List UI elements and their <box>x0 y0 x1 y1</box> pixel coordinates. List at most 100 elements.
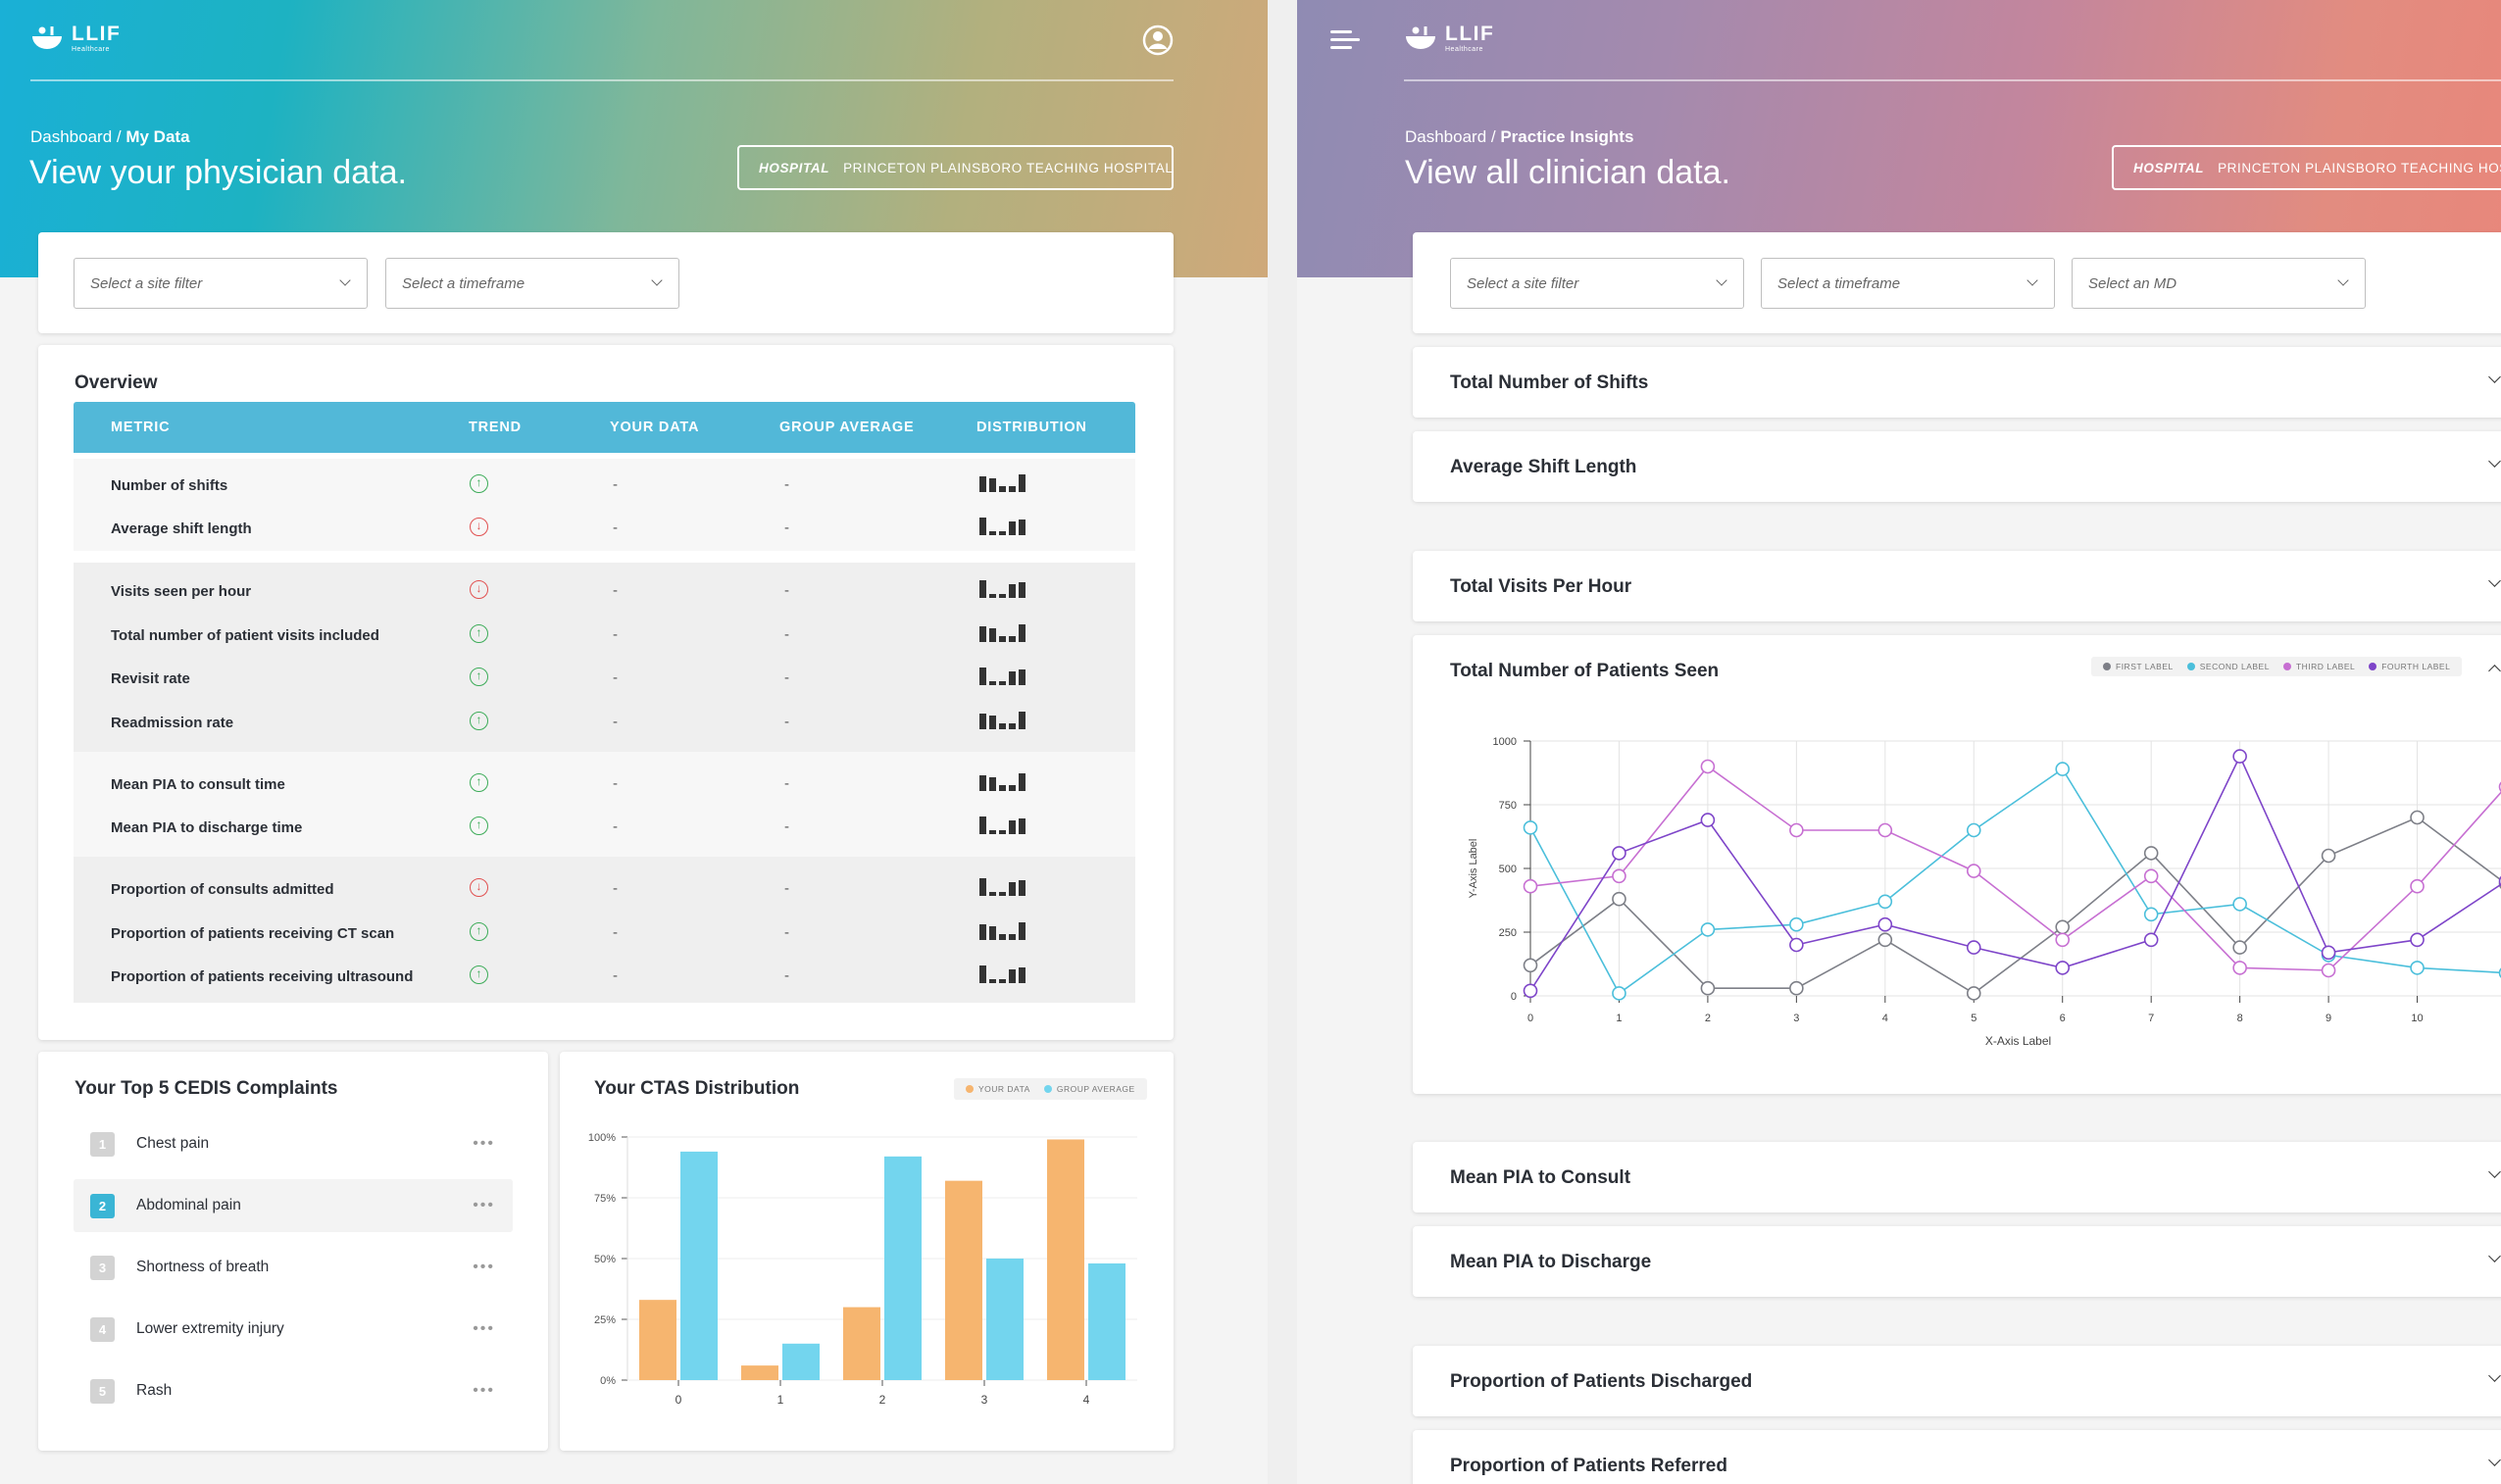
list-item[interactable]: 2 Abdominal pain ••• <box>74 1179 513 1232</box>
table-row[interactable]: Total number of patient visits included ↑… <box>74 617 1135 656</box>
brand-logo[interactable]: LLIF Healthcare <box>30 24 121 53</box>
table-row[interactable]: Readmission rate ↑ - - <box>74 704 1135 743</box>
legend-item-your-data[interactable]: YOUR DATA <box>966 1084 1030 1094</box>
section-total-shifts[interactable]: Total Number of Shifts <box>1413 347 2501 418</box>
data-point <box>2055 932 2071 948</box>
table-row[interactable]: Mean PIA to consult time ↑ - - <box>74 766 1135 805</box>
site-filter-select[interactable]: Select a site filter <box>1450 258 1744 309</box>
data-point <box>2321 848 2336 864</box>
list-item[interactable]: 1 Chest pain ••• <box>74 1117 513 1170</box>
your-data-value: - <box>613 519 618 536</box>
complaint-label: Lower extremity injury <box>136 1320 284 1337</box>
chevron-down-icon <box>2488 1369 2501 1382</box>
data-point <box>2055 919 2071 935</box>
more-options-icon[interactable]: ••• <box>473 1321 495 1337</box>
brand-logo[interactable]: LLIF Healthcare <box>1404 24 1494 53</box>
data-point <box>1966 940 1981 955</box>
complaint-label: Chest pain <box>136 1135 210 1152</box>
hospital-selector[interactable]: HOSPITAL PRINCETON PLAINSBORO TEACHING H… <box>2112 145 2501 190</box>
legend-item-fourth[interactable]: FOURTH LABEL <box>2369 662 2450 671</box>
x-tick-label: 0 <box>675 1393 682 1407</box>
chevron-down-icon <box>339 274 351 286</box>
timeframe-placeholder: Select a timeframe <box>402 274 525 292</box>
user-circle-icon[interactable] <box>1142 25 1174 56</box>
header-divider <box>30 79 1174 81</box>
data-point <box>2321 945 2336 961</box>
data-point <box>1700 813 1716 827</box>
hospital-tag: HOSPITAL <box>2133 160 2205 175</box>
legend-label: SECOND LABEL <box>2199 662 2270 671</box>
list-item[interactable]: 4 Lower extremity injury ••• <box>74 1303 513 1356</box>
bar <box>680 1151 718 1380</box>
legend-item-group-average[interactable]: GROUP AVERAGE <box>1043 1084 1135 1094</box>
x-tick-label: 6 <box>2060 1013 2066 1024</box>
table-row[interactable]: Number of shifts ↑ - - <box>74 467 1135 506</box>
section-pia-discharge[interactable]: Mean PIA to Discharge <box>1413 1226 2501 1297</box>
distribution-sparkbar-icon <box>979 813 1032 834</box>
site-filter-select[interactable]: Select a site filter <box>74 258 368 309</box>
section-patients-seen[interactable]: Total Number of Patients Seen FIRST LABE… <box>1413 635 2501 1094</box>
more-options-icon[interactable]: ••• <box>473 1383 495 1399</box>
y-tick-label: 0 <box>1511 991 1517 1003</box>
legend-item-second[interactable]: SECOND LABEL <box>2186 662 2270 671</box>
more-options-icon[interactable]: ••• <box>473 1198 495 1213</box>
more-options-icon[interactable]: ••• <box>473 1260 495 1275</box>
legend-item-third[interactable]: THIRD LABEL <box>2282 662 2355 671</box>
section-average-shift-length[interactable]: Average Shift Length <box>1413 431 2501 502</box>
section-patients-discharged[interactable]: Proportion of Patients Discharged <box>1413 1346 2501 1416</box>
md-placeholder: Select an MD <box>2088 274 2177 292</box>
group-average-value: - <box>784 519 789 536</box>
table-row[interactable]: Revisit rate ↑ - - <box>74 660 1135 699</box>
series-line <box>1529 767 2501 995</box>
table-row[interactable]: Proportion of consults admitted ↓ - - <box>74 870 1135 910</box>
md-select[interactable]: Select an MD <box>2072 258 2366 309</box>
more-options-icon[interactable]: ••• <box>473 1136 495 1152</box>
data-point <box>1612 891 1626 907</box>
y-tick-label: 100% <box>588 1132 616 1144</box>
distribution-sparkbar-icon <box>979 769 1032 791</box>
col-distribution: DISTRIBUTION <box>976 420 1087 435</box>
trend-up-icon: ↑ <box>470 668 488 686</box>
distribution-sparkbar-icon <box>979 874 1032 896</box>
data-point <box>1523 958 1538 973</box>
data-point <box>1523 878 1538 894</box>
y-tick-label: 750 <box>1499 800 1517 812</box>
page-title: View all clinician data. <box>1405 154 1730 191</box>
ctas-bar-chart: 0% 25% 50% 75% 100% 0 1 2 3 4 <box>588 1132 1137 1407</box>
table-row[interactable]: Proportion of patients receiving ultraso… <box>74 958 1135 997</box>
list-item[interactable]: 3 Shortness of breath ••• <box>74 1241 513 1294</box>
data-point <box>1877 822 1893 838</box>
hospital-selector[interactable]: HOSPITAL PRINCETON PLAINSBORO TEACHING H… <box>737 145 1174 190</box>
section-pia-consult[interactable]: Mean PIA to Consult <box>1413 1142 2501 1212</box>
menu-icon[interactable] <box>1330 27 1362 51</box>
section-visits-per-hour[interactable]: Total Visits Per Hour <box>1413 551 2501 621</box>
table-row[interactable]: Average shift length ↓ - - <box>74 510 1135 549</box>
header-divider <box>1404 79 2501 81</box>
complaint-label: Abdominal pain <box>136 1197 241 1213</box>
x-tick-label: 4 <box>1083 1393 1090 1407</box>
distribution-sparkbar-icon <box>979 664 1032 685</box>
x-tick-label: 2 <box>879 1393 886 1407</box>
breadcrumb-root[interactable]: Dashboard <box>30 127 112 146</box>
timeframe-select[interactable]: Select a timeframe <box>385 258 679 309</box>
group-average-value: - <box>784 880 789 897</box>
section-patients-referred[interactable]: Proportion of Patients Referred <box>1413 1430 2501 1484</box>
bar <box>1047 1139 1084 1380</box>
list-item[interactable]: 5 Rash ••• <box>74 1364 513 1417</box>
chevron-down-icon <box>651 274 663 286</box>
legend-swatch <box>966 1085 974 1093</box>
table-row[interactable]: Visits seen per hour ↓ - - <box>74 572 1135 612</box>
chevron-down-icon <box>2026 274 2038 286</box>
data-point <box>2232 961 2247 975</box>
group-average-value: - <box>784 818 789 835</box>
patients-line-chart: 0250500750100001234567891011X-Axis Label… <box>1468 736 2501 1048</box>
breadcrumb-root[interactable]: Dashboard <box>1405 127 1486 146</box>
timeframe-select[interactable]: Select a timeframe <box>1761 258 2055 309</box>
table-row[interactable]: Proportion of patients receiving CT scan… <box>74 915 1135 954</box>
table-row[interactable]: Mean PIA to discharge time ↑ - - <box>74 809 1135 848</box>
legend-item-first[interactable]: FIRST LABEL <box>2103 662 2174 671</box>
breadcrumb: Dashboard / My Data <box>30 127 190 147</box>
hospital-name: PRINCETON PLAINSBORO TEACHING HOSPITAL <box>2218 160 2501 175</box>
metric-group: Mean PIA to consult time ↑ - - Mean PIA to d… <box>74 752 1135 857</box>
data-point <box>1877 932 1893 948</box>
